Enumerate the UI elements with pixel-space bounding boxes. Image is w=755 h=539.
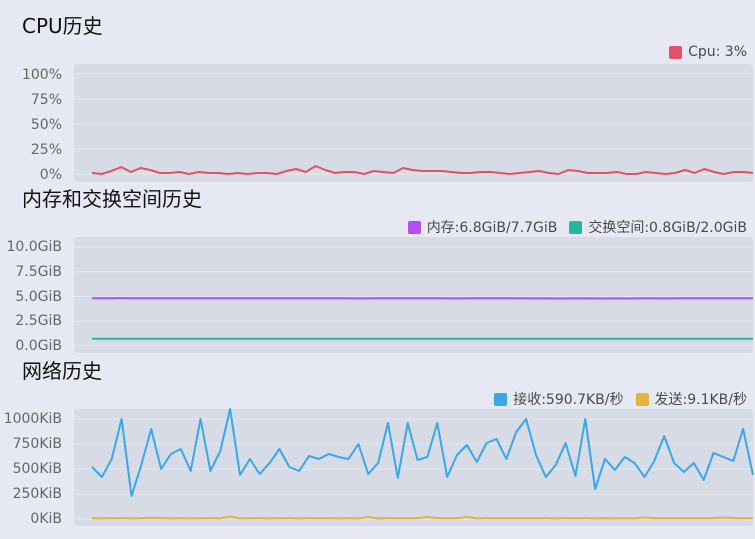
cpu-legend-swatch	[669, 45, 683, 59]
send-legend-item[interactable]: 发送:9.1KB/秒	[635, 389, 747, 409]
send-line	[91, 515, 753, 520]
y-tick-label: 50%	[30, 117, 62, 133]
y-tick-label: 75%	[30, 92, 62, 108]
cpu-y-axis: 100% 75% 50% 25% 0%	[0, 0, 62, 185]
y-tick-label: 750KiB	[12, 436, 62, 452]
y-tick-label: 250KiB	[12, 486, 62, 502]
cpu-legend-label: Cpu: 3%	[688, 44, 747, 60]
cpu-line	[91, 165, 754, 175]
network-chart	[74, 408, 754, 520]
swap-legend-item[interactable]: 交换空间:0.8GiB/2.0GiB	[569, 217, 747, 237]
swap-legend-swatch	[569, 220, 583, 234]
send-legend-swatch	[635, 392, 649, 406]
memory-legend-label: 内存:6.8GiB/7.7GiB	[426, 220, 558, 236]
cpu-section: CPU历史 Cpu: 3% 100% 75% 50% 25% 0%	[0, 0, 755, 185]
cpu-legend-item[interactable]: Cpu: 3%	[669, 44, 747, 60]
y-tick-label: 100%	[21, 67, 62, 83]
network-section: 网络历史 接收:590.7KB/秒 发送:9.1KB/秒 1000KiB 750…	[0, 357, 755, 539]
y-tick-label: 0%	[39, 167, 62, 183]
y-tick-label: 5.0GiB	[15, 289, 62, 305]
receive-legend-item[interactable]: 接收:590.7KB/秒	[494, 389, 624, 409]
swap-legend-label: 交换空间:0.8GiB/2.0GiB	[588, 220, 747, 236]
y-tick-label: 1000KiB	[3, 411, 62, 427]
y-tick-label: 25%	[30, 142, 62, 158]
receive-legend-label: 接收:590.7KB/秒	[513, 392, 624, 408]
cpu-legend: Cpu: 3%	[669, 44, 747, 60]
network-legend: 接收:590.7KB/秒 发送:9.1KB/秒	[494, 389, 747, 409]
memory-chart	[74, 246, 753, 347]
memory-legend: 内存:6.8GiB/7.7GiB 交换空间:0.8GiB/2.0GiB	[407, 217, 747, 237]
memory-legend-swatch	[407, 220, 421, 234]
y-tick-label: 0.0GiB	[15, 338, 62, 354]
y-tick-label: 0KiB	[30, 511, 62, 527]
receive-line	[91, 408, 754, 497]
y-tick-label: 2.5GiB	[15, 313, 62, 329]
cpu-chart	[74, 73, 754, 175]
memory-legend-item[interactable]: 内存:6.8GiB/7.7GiB	[407, 217, 558, 237]
y-tick-label: 500KiB	[12, 461, 62, 477]
network-y-axis: 1000KiB 750KiB 500KiB 250KiB 0KiB	[0, 357, 62, 539]
memory-y-axis: 10.0GiB 7.5GiB 5.0GiB 2.5GiB 0.0GiB	[0, 185, 62, 357]
send-legend-label: 发送:9.1KB/秒	[654, 392, 747, 408]
y-tick-label: 7.5GiB	[15, 264, 62, 280]
receive-legend-swatch	[494, 392, 508, 406]
memory-section: 内存和交换空间历史 内存:6.8GiB/7.7GiB 交换空间:0.8GiB/2…	[0, 185, 755, 357]
y-tick-label: 10.0GiB	[6, 239, 62, 255]
